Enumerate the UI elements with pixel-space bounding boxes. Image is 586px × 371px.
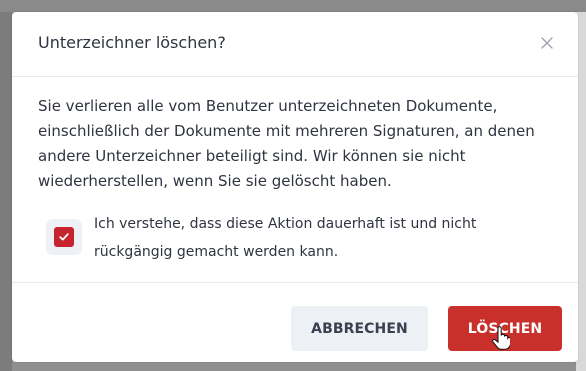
confirmation-checkbox[interactable] [54, 227, 74, 247]
delete-button[interactable]: LÖSCHEN [448, 306, 562, 351]
dialog-title: Unterzeichner löschen? [38, 33, 226, 52]
backdrop-top [0, 0, 586, 12]
backdrop-left [0, 12, 12, 371]
delete-signer-dialog: Unterzeichner löschen? Sie verlieren all… [12, 12, 578, 362]
confirmation-checkbox-wrapper[interactable] [46, 219, 82, 255]
close-icon [541, 34, 553, 53]
dialog-footer: ABBRECHEN LÖSCHEN [12, 282, 578, 362]
cancel-button[interactable]: ABBRECHEN [291, 306, 428, 351]
check-icon [58, 228, 70, 247]
confirmation-label[interactable]: Ich verstehe, dass diese Aktion dauerhaf… [94, 210, 558, 266]
confirmation-row: Ich verstehe, dass diese Aktion dauerhaf… [38, 210, 558, 266]
dialog-header: Unterzeichner löschen? [12, 12, 578, 77]
close-button[interactable] [536, 32, 558, 54]
warning-message: Sie verlieren alle vom Benutzer unterzei… [38, 97, 535, 190]
dialog-body: Sie verlieren alle vom Benutzer unterzei… [12, 77, 578, 283]
